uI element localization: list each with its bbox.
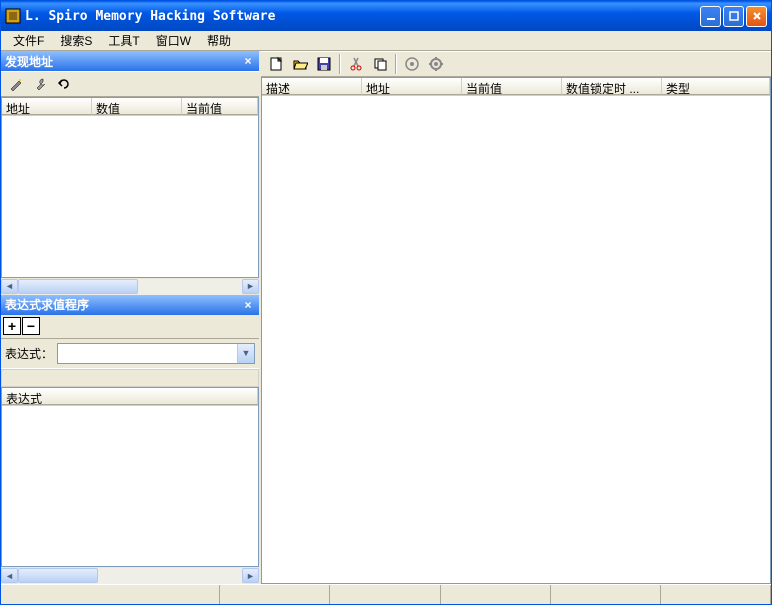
main-col-type[interactable]: 类型 — [662, 78, 770, 95]
expr-scrollbar[interactable]: ◄ ► — [1, 567, 259, 584]
menu-file[interactable]: 文件F — [5, 30, 52, 51]
expr-toolbar: + − — [1, 315, 259, 339]
found-panel-header: 发现地址 × — [1, 51, 259, 71]
main-col-locktime[interactable]: 数值锁定时 ... — [562, 78, 662, 95]
menu-tools[interactable]: 工具T — [100, 30, 147, 51]
close-button[interactable] — [746, 6, 767, 27]
found-panel-title: 发现地址 — [5, 53, 241, 70]
dropdown-icon[interactable]: ▼ — [237, 344, 254, 363]
found-table: 地址 数值 当前值 — [1, 97, 259, 278]
scroll-right-icon[interactable]: ► — [242, 279, 259, 294]
expr-combobox[interactable]: ▼ — [57, 343, 255, 364]
add-button[interactable]: + — [3, 317, 21, 335]
scroll-left-icon[interactable]: ◄ — [1, 568, 18, 583]
minimize-button[interactable] — [700, 6, 721, 27]
found-toolbar — [1, 71, 259, 97]
scroll-left-icon[interactable]: ◄ — [1, 279, 18, 294]
titlebar: L. Spiro Memory Hacking Software — [1, 1, 771, 31]
scroll-right-icon[interactable]: ► — [242, 568, 259, 583]
found-scrollbar[interactable]: ◄ ► — [1, 278, 259, 295]
expr-panel-title: 表达式求值程序 — [5, 296, 241, 313]
open-icon[interactable] — [289, 53, 311, 75]
menu-search[interactable]: 搜索S — [52, 30, 100, 51]
menu-window[interactable]: 窗口W — [148, 30, 199, 51]
menubar: 文件F 搜索S 工具T 窗口W 帮助 — [1, 31, 771, 51]
expr-input[interactable] — [58, 344, 237, 363]
expr-spacer — [1, 369, 259, 387]
status-cell — [441, 585, 551, 604]
main-col-address[interactable]: 地址 — [362, 78, 462, 95]
copy-icon[interactable] — [369, 53, 391, 75]
remove-button[interactable]: − — [22, 317, 40, 335]
scroll-thumb[interactable] — [18, 568, 98, 583]
found-col-current[interactable]: 当前值 — [182, 98, 258, 115]
scroll-thumb[interactable] — [18, 279, 138, 294]
statusbar — [1, 584, 771, 604]
gear-icon[interactable] — [425, 53, 447, 75]
new-icon[interactable] — [265, 53, 287, 75]
status-cell — [330, 585, 440, 604]
main-toolbar — [261, 51, 771, 77]
status-cell — [220, 585, 330, 604]
status-cell — [551, 585, 661, 604]
found-col-address[interactable]: 地址 — [2, 98, 92, 115]
wrench-icon[interactable] — [29, 73, 51, 95]
expr-table: 表达式 — [1, 387, 259, 568]
save-icon[interactable] — [313, 53, 335, 75]
expr-label: 表达式： — [5, 345, 53, 362]
wand-icon[interactable] — [5, 73, 27, 95]
expr-input-row: 表达式： ▼ — [1, 339, 259, 369]
found-panel-close-icon[interactable]: × — [241, 54, 255, 68]
expr-panel-header: 表达式求值程序 × — [1, 295, 259, 315]
expr-col[interactable]: 表达式 — [2, 388, 258, 405]
status-cell — [1, 585, 220, 604]
found-col-value[interactable]: 数值 — [92, 98, 182, 115]
status-cell — [661, 585, 771, 604]
expr-panel-close-icon[interactable]: × — [241, 298, 255, 312]
target-icon[interactable] — [401, 53, 423, 75]
window-title: L. Spiro Memory Hacking Software — [25, 9, 700, 24]
maximize-button[interactable] — [723, 6, 744, 27]
main-col-desc[interactable]: 描述 — [262, 78, 362, 95]
main-table: 描述 地址 当前值 数值锁定时 ... 类型 — [261, 77, 771, 584]
app-icon — [5, 8, 21, 24]
main-col-current[interactable]: 当前值 — [462, 78, 562, 95]
redo-icon[interactable] — [53, 73, 75, 95]
cut-icon[interactable] — [345, 53, 367, 75]
menu-help[interactable]: 帮助 — [199, 30, 239, 51]
